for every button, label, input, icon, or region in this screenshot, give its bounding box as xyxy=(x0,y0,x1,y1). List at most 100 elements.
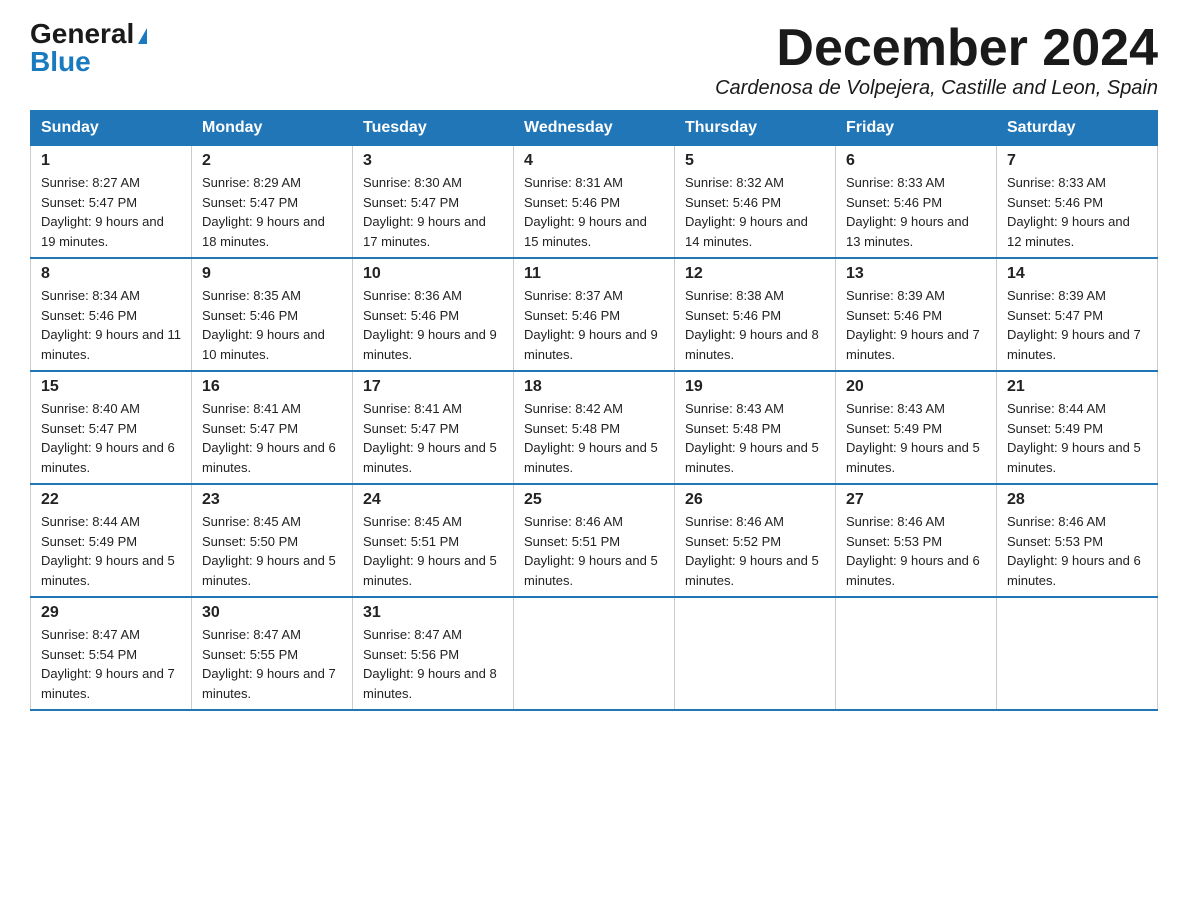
day-info: Sunrise: 8:41 AMSunset: 5:47 PMDaylight:… xyxy=(363,399,503,477)
day-number: 21 xyxy=(1007,378,1147,396)
day-info: Sunrise: 8:39 AMSunset: 5:47 PMDaylight:… xyxy=(1007,286,1147,364)
calendar-cell: 19Sunrise: 8:43 AMSunset: 5:48 PMDayligh… xyxy=(675,371,836,484)
day-info: Sunrise: 8:41 AMSunset: 5:47 PMDaylight:… xyxy=(202,399,342,477)
calendar-cell: 29Sunrise: 8:47 AMSunset: 5:54 PMDayligh… xyxy=(31,597,192,710)
day-info: Sunrise: 8:38 AMSunset: 5:46 PMDaylight:… xyxy=(685,286,825,364)
page-header: General Blue December 2024 Cardenosa de … xyxy=(30,20,1158,100)
calendar-cell: 12 Sunrise: 8:38 AMSunset: 5:46 PMDayligh… xyxy=(675,258,836,371)
calendar-cell: 30 Sunrise: 8:47 AMSunset: 5:55 PMDayligh… xyxy=(192,597,353,710)
day-number: 16 xyxy=(202,378,342,396)
calendar-cell: 3Sunrise: 8:30 AMSunset: 5:47 PMDaylight… xyxy=(353,146,514,259)
day-number: 6 xyxy=(846,152,986,170)
day-info: Sunrise: 8:31 AMSunset: 5:46 PMDaylight:… xyxy=(524,173,664,251)
calendar-cell: 26 Sunrise: 8:46 AMSunset: 5:52 PMDayligh… xyxy=(675,484,836,597)
day-info: Sunrise: 8:34 AMSunset: 5:46 PMDaylight:… xyxy=(41,286,181,364)
title-area: December 2024 Cardenosa de Volpejera, Ca… xyxy=(715,20,1158,100)
day-number: 7 xyxy=(1007,152,1147,170)
logo-triangle-icon xyxy=(138,28,147,44)
calendar-cell: 31 Sunrise: 8:47 AMSunset: 5:56 PMDayligh… xyxy=(353,597,514,710)
calendar-cell: 27Sunrise: 8:46 AMSunset: 5:53 PMDayligh… xyxy=(836,484,997,597)
calendar-cell: 11Sunrise: 8:37 AMSunset: 5:46 PMDayligh… xyxy=(514,258,675,371)
day-number: 26 xyxy=(685,491,825,509)
day-number: 20 xyxy=(846,378,986,396)
day-number: 12 xyxy=(685,265,825,283)
calendar-cell: 25Sunrise: 8:46 AMSunset: 5:51 PMDayligh… xyxy=(514,484,675,597)
calendar-header-thursday: Thursday xyxy=(675,111,836,146)
day-info: Sunrise: 8:46 AMSunset: 5:52 PMDaylight:… xyxy=(685,512,825,590)
calendar-week-row: 29Sunrise: 8:47 AMSunset: 5:54 PMDayligh… xyxy=(31,597,1158,710)
calendar-cell xyxy=(997,597,1158,710)
day-info: Sunrise: 8:43 AMSunset: 5:49 PMDaylight:… xyxy=(846,399,986,477)
day-info: Sunrise: 8:46 AMSunset: 5:53 PMDaylight:… xyxy=(846,512,986,590)
day-info: Sunrise: 8:35 AMSunset: 5:46 PMDaylight:… xyxy=(202,286,342,364)
day-info: Sunrise: 8:45 AMSunset: 5:51 PMDaylight:… xyxy=(363,512,503,590)
calendar-cell: 22Sunrise: 8:44 AMSunset: 5:49 PMDayligh… xyxy=(31,484,192,597)
day-info: Sunrise: 8:33 AMSunset: 5:46 PMDaylight:… xyxy=(1007,173,1147,251)
day-info: Sunrise: 8:47 AMSunset: 5:55 PMDaylight:… xyxy=(202,625,342,703)
day-number: 3 xyxy=(363,152,503,170)
calendar-cell: 1Sunrise: 8:27 AMSunset: 5:47 PMDaylight… xyxy=(31,146,192,259)
day-info: Sunrise: 8:44 AMSunset: 5:49 PMDaylight:… xyxy=(1007,399,1147,477)
calendar-header-row: SundayMondayTuesdayWednesdayThursdayFrid… xyxy=(31,111,1158,146)
day-info: Sunrise: 8:32 AMSunset: 5:46 PMDaylight:… xyxy=(685,173,825,251)
calendar-cell: 4 Sunrise: 8:31 AMSunset: 5:46 PMDaylight… xyxy=(514,146,675,259)
day-number: 4 xyxy=(524,152,664,170)
calendar-cell: 13 Sunrise: 8:39 AMSunset: 5:46 PMDayligh… xyxy=(836,258,997,371)
day-info: Sunrise: 8:27 AMSunset: 5:47 PMDaylight:… xyxy=(41,173,181,251)
day-info: Sunrise: 8:43 AMSunset: 5:48 PMDaylight:… xyxy=(685,399,825,477)
day-number: 14 xyxy=(1007,265,1147,283)
day-number: 8 xyxy=(41,265,181,283)
day-number: 29 xyxy=(41,604,181,622)
calendar-cell: 15 Sunrise: 8:40 AMSunset: 5:47 PMDayligh… xyxy=(31,371,192,484)
calendar-cell: 6 Sunrise: 8:33 AMSunset: 5:46 PMDaylight… xyxy=(836,146,997,259)
calendar-header-friday: Friday xyxy=(836,111,997,146)
day-number: 23 xyxy=(202,491,342,509)
day-number: 15 xyxy=(41,378,181,396)
calendar-header-monday: Monday xyxy=(192,111,353,146)
calendar-cell: 5Sunrise: 8:32 AMSunset: 5:46 PMDaylight… xyxy=(675,146,836,259)
location-subtitle: Cardenosa de Volpejera, Castille and Leo… xyxy=(715,77,1158,100)
day-number: 18 xyxy=(524,378,664,396)
calendar-body: 1Sunrise: 8:27 AMSunset: 5:47 PMDaylight… xyxy=(31,146,1158,711)
day-info: Sunrise: 8:40 AMSunset: 5:47 PMDaylight:… xyxy=(41,399,181,477)
day-info: Sunrise: 8:47 AMSunset: 5:56 PMDaylight:… xyxy=(363,625,503,703)
calendar-week-row: 22Sunrise: 8:44 AMSunset: 5:49 PMDayligh… xyxy=(31,484,1158,597)
day-info: Sunrise: 8:44 AMSunset: 5:49 PMDaylight:… xyxy=(41,512,181,590)
day-info: Sunrise: 8:45 AMSunset: 5:50 PMDaylight:… xyxy=(202,512,342,590)
calendar-cell: 18Sunrise: 8:42 AMSunset: 5:48 PMDayligh… xyxy=(514,371,675,484)
day-number: 30 xyxy=(202,604,342,622)
calendar-header-wednesday: Wednesday xyxy=(514,111,675,146)
calendar-header-sunday: Sunday xyxy=(31,111,192,146)
calendar-header-saturday: Saturday xyxy=(997,111,1158,146)
calendar-cell: 20 Sunrise: 8:43 AMSunset: 5:49 PMDayligh… xyxy=(836,371,997,484)
calendar-cell: 16 Sunrise: 8:41 AMSunset: 5:47 PMDayligh… xyxy=(192,371,353,484)
day-info: Sunrise: 8:36 AMSunset: 5:46 PMDaylight:… xyxy=(363,286,503,364)
calendar-cell xyxy=(675,597,836,710)
logo-blue-text: Blue xyxy=(30,48,91,76)
calendar-cell xyxy=(514,597,675,710)
day-number: 31 xyxy=(363,604,503,622)
calendar-cell: 2 Sunrise: 8:29 AMSunset: 5:47 PMDaylight… xyxy=(192,146,353,259)
logo: General Blue xyxy=(30,20,147,76)
day-number: 28 xyxy=(1007,491,1147,509)
calendar-cell: 8 Sunrise: 8:34 AMSunset: 5:46 PMDaylight… xyxy=(31,258,192,371)
day-info: Sunrise: 8:29 AMSunset: 5:47 PMDaylight:… xyxy=(202,173,342,251)
calendar-cell: 23 Sunrise: 8:45 AMSunset: 5:50 PMDayligh… xyxy=(192,484,353,597)
day-number: 13 xyxy=(846,265,986,283)
calendar-week-row: 1Sunrise: 8:27 AMSunset: 5:47 PMDaylight… xyxy=(31,146,1158,259)
calendar-cell: 9 Sunrise: 8:35 AMSunset: 5:46 PMDaylight… xyxy=(192,258,353,371)
calendar-cell: 28 Sunrise: 8:46 AMSunset: 5:53 PMDayligh… xyxy=(997,484,1158,597)
day-info: Sunrise: 8:33 AMSunset: 5:46 PMDaylight:… xyxy=(846,173,986,251)
day-info: Sunrise: 8:46 AMSunset: 5:51 PMDaylight:… xyxy=(524,512,664,590)
day-info: Sunrise: 8:37 AMSunset: 5:46 PMDaylight:… xyxy=(524,286,664,364)
calendar-cell: 7 Sunrise: 8:33 AMSunset: 5:46 PMDaylight… xyxy=(997,146,1158,259)
calendar-header-tuesday: Tuesday xyxy=(353,111,514,146)
calendar-cell: 10 Sunrise: 8:36 AMSunset: 5:46 PMDayligh… xyxy=(353,258,514,371)
day-number: 9 xyxy=(202,265,342,283)
day-info: Sunrise: 8:39 AMSunset: 5:46 PMDaylight:… xyxy=(846,286,986,364)
day-info: Sunrise: 8:46 AMSunset: 5:53 PMDaylight:… xyxy=(1007,512,1147,590)
day-number: 24 xyxy=(363,491,503,509)
day-number: 10 xyxy=(363,265,503,283)
month-title: December 2024 xyxy=(715,20,1158,77)
day-number: 2 xyxy=(202,152,342,170)
